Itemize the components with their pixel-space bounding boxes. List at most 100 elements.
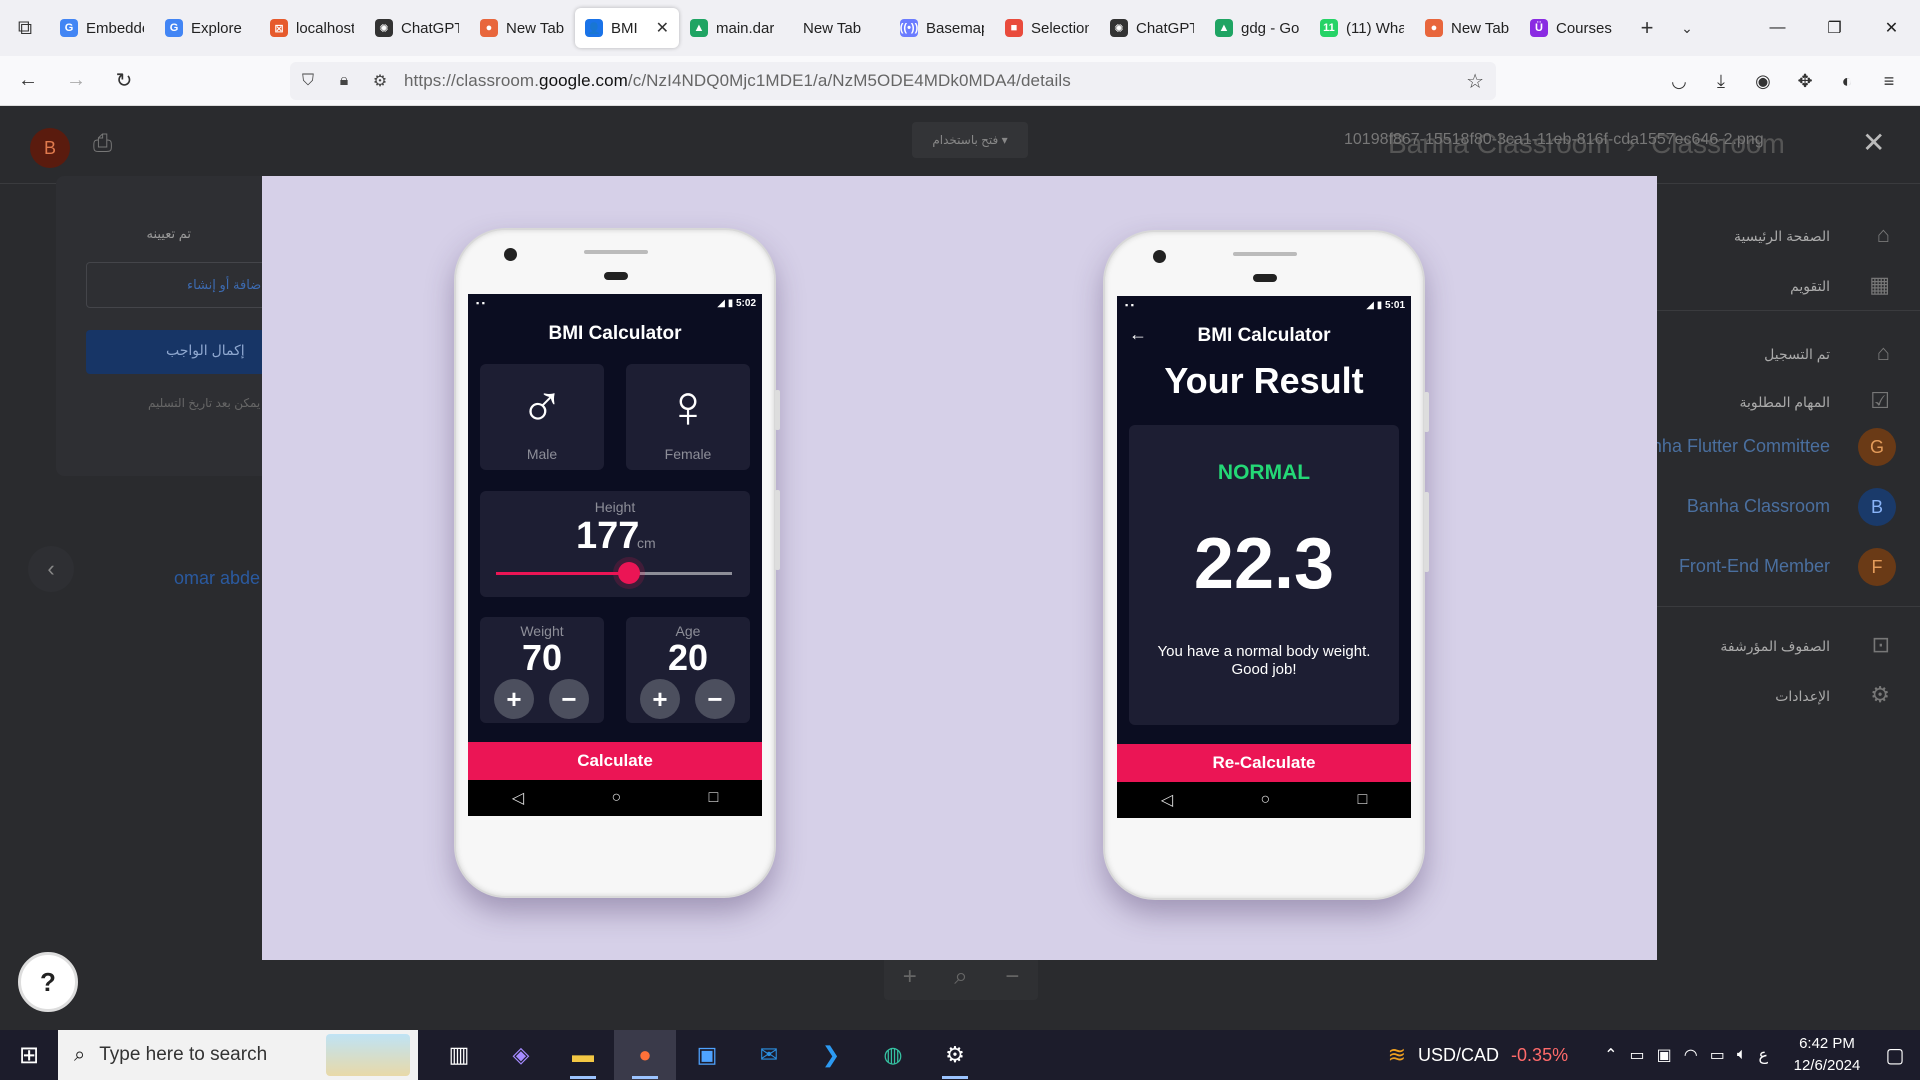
close-window-icon[interactable]: ✕ — [1863, 0, 1920, 56]
female-card[interactable]: ♀ Female — [626, 364, 750, 470]
nav-item-home[interactable]: الصفحة الرئيسية ⌂ — [1640, 216, 1920, 256]
reload-icon[interactable]: ↻ — [104, 61, 144, 101]
address-bar[interactable]: ⛉ 🔒︎ ⚙︎ https://classroom.google.com/c/N… — [290, 62, 1496, 100]
tab[interactable]: ● New Tab — [1415, 8, 1519, 48]
tab-label: localhost — [296, 19, 354, 37]
windows-start-icon[interactable]: ⊞ — [0, 1030, 58, 1080]
age-minus-button[interactable]: − — [695, 679, 735, 719]
nav-home-icon[interactable]: ○ — [1260, 791, 1270, 809]
stock-ticker-widget[interactable]: ≋ USD/CAD -0.35% — [1388, 1042, 1569, 1068]
bookmark-star-icon[interactable]: ☆ — [1466, 69, 1484, 94]
tab[interactable]: ((•)) Basemaps — [890, 8, 994, 48]
permissions-icon[interactable]: ⚙︎ — [362, 71, 398, 91]
new-tab-button[interactable]: + — [1627, 8, 1667, 48]
tab[interactable]: G Explore — [155, 8, 259, 48]
zoom-out-icon[interactable]: − — [1005, 963, 1019, 991]
tab[interactable]: ⊠ localhost — [260, 8, 364, 48]
pocket-icon[interactable]: ◡ — [1658, 61, 1700, 101]
microsoft-store-icon[interactable]: ▣ — [676, 1030, 738, 1080]
vscode-icon[interactable]: ❯ — [800, 1030, 862, 1080]
open-with-button[interactable]: فتح باستخدام ▾ — [912, 122, 1028, 158]
tab[interactable]: G Embedded — [50, 8, 154, 48]
firefox-icon[interactable]: ● — [614, 1030, 676, 1080]
meet-now-icon[interactable]: ▭ — [1630, 1045, 1645, 1065]
slider-thumb[interactable] — [618, 562, 641, 584]
zoom-reset-icon[interactable]: ⌕ — [954, 963, 967, 991]
nav-class-item[interactable]: Front-End Member F — [1620, 542, 1920, 592]
nav-item-settings[interactable]: الإعدادات ⚙ — [1640, 676, 1920, 716]
forward-arrow-icon[interactable]: → — [56, 61, 96, 101]
task-view-icon[interactable]: ▥ — [428, 1030, 490, 1080]
tab[interactable]: ✺ ChatGPT — [365, 8, 469, 48]
user-avatar[interactable]: B — [30, 128, 70, 168]
notifications-icon[interactable]: ▢ — [1870, 1043, 1920, 1068]
menu-icon[interactable]: ≡ — [1868, 61, 1910, 101]
back-arrow-icon[interactable]: ← — [1129, 324, 1147, 345]
weight-plus-button[interactable]: + — [494, 679, 534, 719]
app-tray-icon[interactable]: ▣ — [1657, 1045, 1672, 1065]
chevron-up-icon[interactable]: ⌃ — [1604, 1045, 1617, 1065]
clock[interactable]: 6:42 PM 12/6/2024 — [1784, 1033, 1870, 1077]
tab[interactable]: ■ Selection — [995, 8, 1099, 48]
print-icon[interactable]: ⎙ — [93, 130, 112, 158]
battery-icon[interactable]: ▭ — [1710, 1045, 1725, 1065]
extensions-icon[interactable]: ✥ — [1784, 61, 1826, 101]
tab-favicon-icon: G — [60, 19, 78, 37]
nav-class-item[interactable]: Banha Classroom B — [1620, 482, 1920, 532]
tab[interactable]: 11 (11) WhatsApp — [1310, 8, 1414, 48]
previous-file-icon[interactable]: ‹ — [28, 546, 74, 592]
nav-back-icon[interactable]: ◁ — [512, 788, 524, 808]
back-arrow-icon[interactable]: ← — [8, 61, 48, 101]
age-plus-button[interactable]: + — [640, 679, 680, 719]
downloads-icon[interactable]: ⤓ — [1700, 61, 1742, 101]
lock-icon[interactable]: 🔒︎ — [326, 72, 362, 90]
file-explorer-icon[interactable]: ▬ — [552, 1030, 614, 1080]
recalculate-button[interactable]: Re-Calculate — [1117, 744, 1411, 782]
nav-recents-icon[interactable]: □ — [1358, 791, 1368, 809]
restore-icon[interactable]: ❐ — [1806, 0, 1863, 56]
nav-recents-icon[interactable]: □ — [709, 789, 719, 807]
outlook-icon[interactable]: ✉ — [738, 1030, 800, 1080]
minimize-icon[interactable]: — — [1749, 0, 1806, 56]
container-icon[interactable]: ◐ — [1826, 61, 1868, 101]
weight-minus-button[interactable]: − — [549, 679, 589, 719]
volume-icon[interactable]: 🔈︎ — [1737, 1046, 1747, 1064]
nav-item-enrolled[interactable]: تم التسجيل ⌂ — [1640, 334, 1920, 374]
tab-close-icon[interactable]: ✕ — [656, 18, 669, 38]
help-icon[interactable]: ? — [18, 952, 78, 1012]
copilot-icon[interactable]: ◈ — [490, 1030, 552, 1080]
height-slider[interactable] — [496, 562, 732, 584]
nav-class-item[interactable]: Banha Flutter Committee G — [1620, 422, 1920, 472]
tracking-shield-icon[interactable]: ⛉ — [290, 72, 326, 90]
tab-active[interactable]: 👤 BMI ✕ — [575, 8, 679, 48]
tab[interactable]: ▲ main.dart — [680, 8, 784, 48]
tab[interactable]: ▲ gdg - Google Drive — [1205, 8, 1309, 48]
list-all-tabs-button[interactable]: ⌄ — [1667, 8, 1707, 48]
nav-label: المهام المطلوبة — [1739, 394, 1830, 410]
male-card[interactable]: ♂ Male — [480, 364, 604, 470]
nav-item-archived[interactable]: الصفوف المؤرشفة ⊡ — [1640, 626, 1920, 666]
close-viewer-icon[interactable]: ✕ — [1862, 126, 1885, 159]
status-bar: ▪ ▪ ◢ ▮ 5:02 — [468, 294, 762, 314]
tab[interactable]: ✺ ChatGPT — [1100, 8, 1204, 48]
nav-item-todo[interactable]: المهام المطلوبة ☑ — [1640, 382, 1920, 422]
tab[interactable]: ● New Tab — [470, 8, 574, 48]
tab[interactable]: Ü Courses — [1520, 8, 1624, 48]
wifi-icon[interactable]: ◠ — [1684, 1045, 1698, 1065]
settings-gear-icon[interactable]: ⚙ — [924, 1030, 986, 1080]
nav-home-icon[interactable]: ○ — [611, 789, 621, 807]
taskbar-search[interactable]: ⌕ Type here to search — [58, 1030, 418, 1080]
nav-item-calendar[interactable]: التقويم ▦ — [1640, 266, 1920, 306]
calculate-button[interactable]: Calculate — [468, 742, 762, 780]
account-icon[interactable]: ◉ — [1742, 61, 1784, 101]
tab[interactable]: New Tab — [785, 8, 889, 48]
edge-icon[interactable]: ◍ — [862, 1030, 924, 1080]
url-text[interactable]: https://classroom.google.com/c/NzI4NDQ0M… — [404, 71, 1071, 91]
class-avatar: F — [1858, 548, 1896, 586]
input-language[interactable]: ع — [1758, 1045, 1768, 1065]
zoom-in-icon[interactable]: + — [903, 963, 917, 991]
nav-back-icon[interactable]: ◁ — [1161, 790, 1173, 810]
phone-screen: ▪ ▪ ◢ ▮ 5:02 BMI Calculator ♂ Male ♀ Fem… — [468, 294, 762, 816]
tab-list-icon[interactable]: ⧉ — [0, 0, 50, 56]
student-name[interactable]: omar abde — [174, 568, 260, 589]
